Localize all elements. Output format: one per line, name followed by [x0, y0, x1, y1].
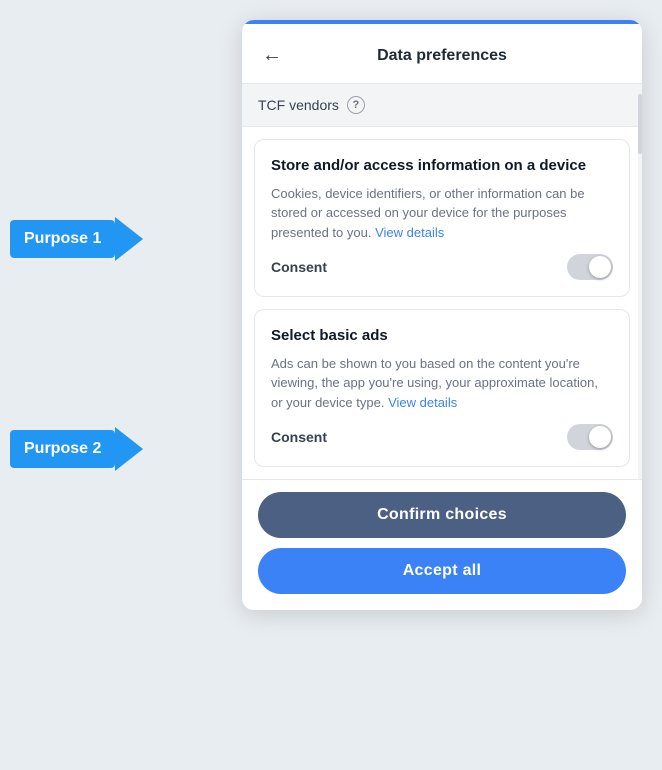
purpose-2-arrow: Purpose 2	[10, 430, 115, 468]
tcf-vendors-label: TCF vendors	[258, 97, 339, 113]
purpose-2-consent-row: Consent	[271, 424, 613, 450]
back-arrow-icon: ←	[262, 44, 282, 67]
modal-scrollable-content[interactable]: TCF vendors ? Store and/or access inform…	[242, 84, 642, 479]
purpose-1-description: Cookies, device identifiers, or other in…	[271, 184, 613, 243]
modal-panel: ← Data preferences TCF vendors ? Store a…	[242, 20, 642, 610]
tcf-vendors-section: TCF vendors ?	[242, 84, 642, 127]
modal-header: ← Data preferences	[242, 24, 642, 84]
scrollbar-thumb[interactable]	[638, 94, 642, 154]
tcf-help-icon[interactable]: ?	[347, 96, 365, 114]
purpose-2-consent-toggle[interactable]	[567, 424, 613, 450]
purpose-2-description: Ads can be shown to you based on the con…	[271, 354, 613, 413]
purpose-2-card: Select basic ads Ads can be shown to you…	[254, 309, 630, 467]
scrollbar-track	[638, 84, 642, 479]
purpose-1-consent-row: Consent	[271, 254, 613, 280]
purpose-1-consent-toggle[interactable]	[567, 254, 613, 280]
purpose-2-consent-label: Consent	[271, 429, 327, 445]
modal-title: Data preferences	[286, 47, 626, 65]
purpose-2-view-details[interactable]: View details	[388, 395, 457, 410]
accept-all-button[interactable]: Accept all	[258, 548, 626, 594]
purpose-2-toggle-thumb	[589, 426, 611, 448]
confirm-choices-button[interactable]: Confirm choices	[258, 492, 626, 538]
purpose-1-card: Store and/or access information on a dev…	[254, 139, 630, 297]
purpose-1-toggle-thumb	[589, 256, 611, 278]
back-button[interactable]: ←	[258, 40, 286, 71]
purpose-2-title: Select basic ads	[271, 326, 613, 346]
purpose-1-view-details[interactable]: View details	[375, 225, 444, 240]
purpose-1-arrow: Purpose 1	[10, 220, 115, 258]
purpose-1-title: Store and/or access information on a dev…	[271, 156, 613, 176]
modal-footer: Confirm choices Accept all	[242, 479, 642, 610]
purpose-1-arrow-label: Purpose 1	[10, 220, 115, 258]
purpose-2-arrow-label: Purpose 2	[10, 430, 115, 468]
purpose-1-consent-label: Consent	[271, 259, 327, 275]
